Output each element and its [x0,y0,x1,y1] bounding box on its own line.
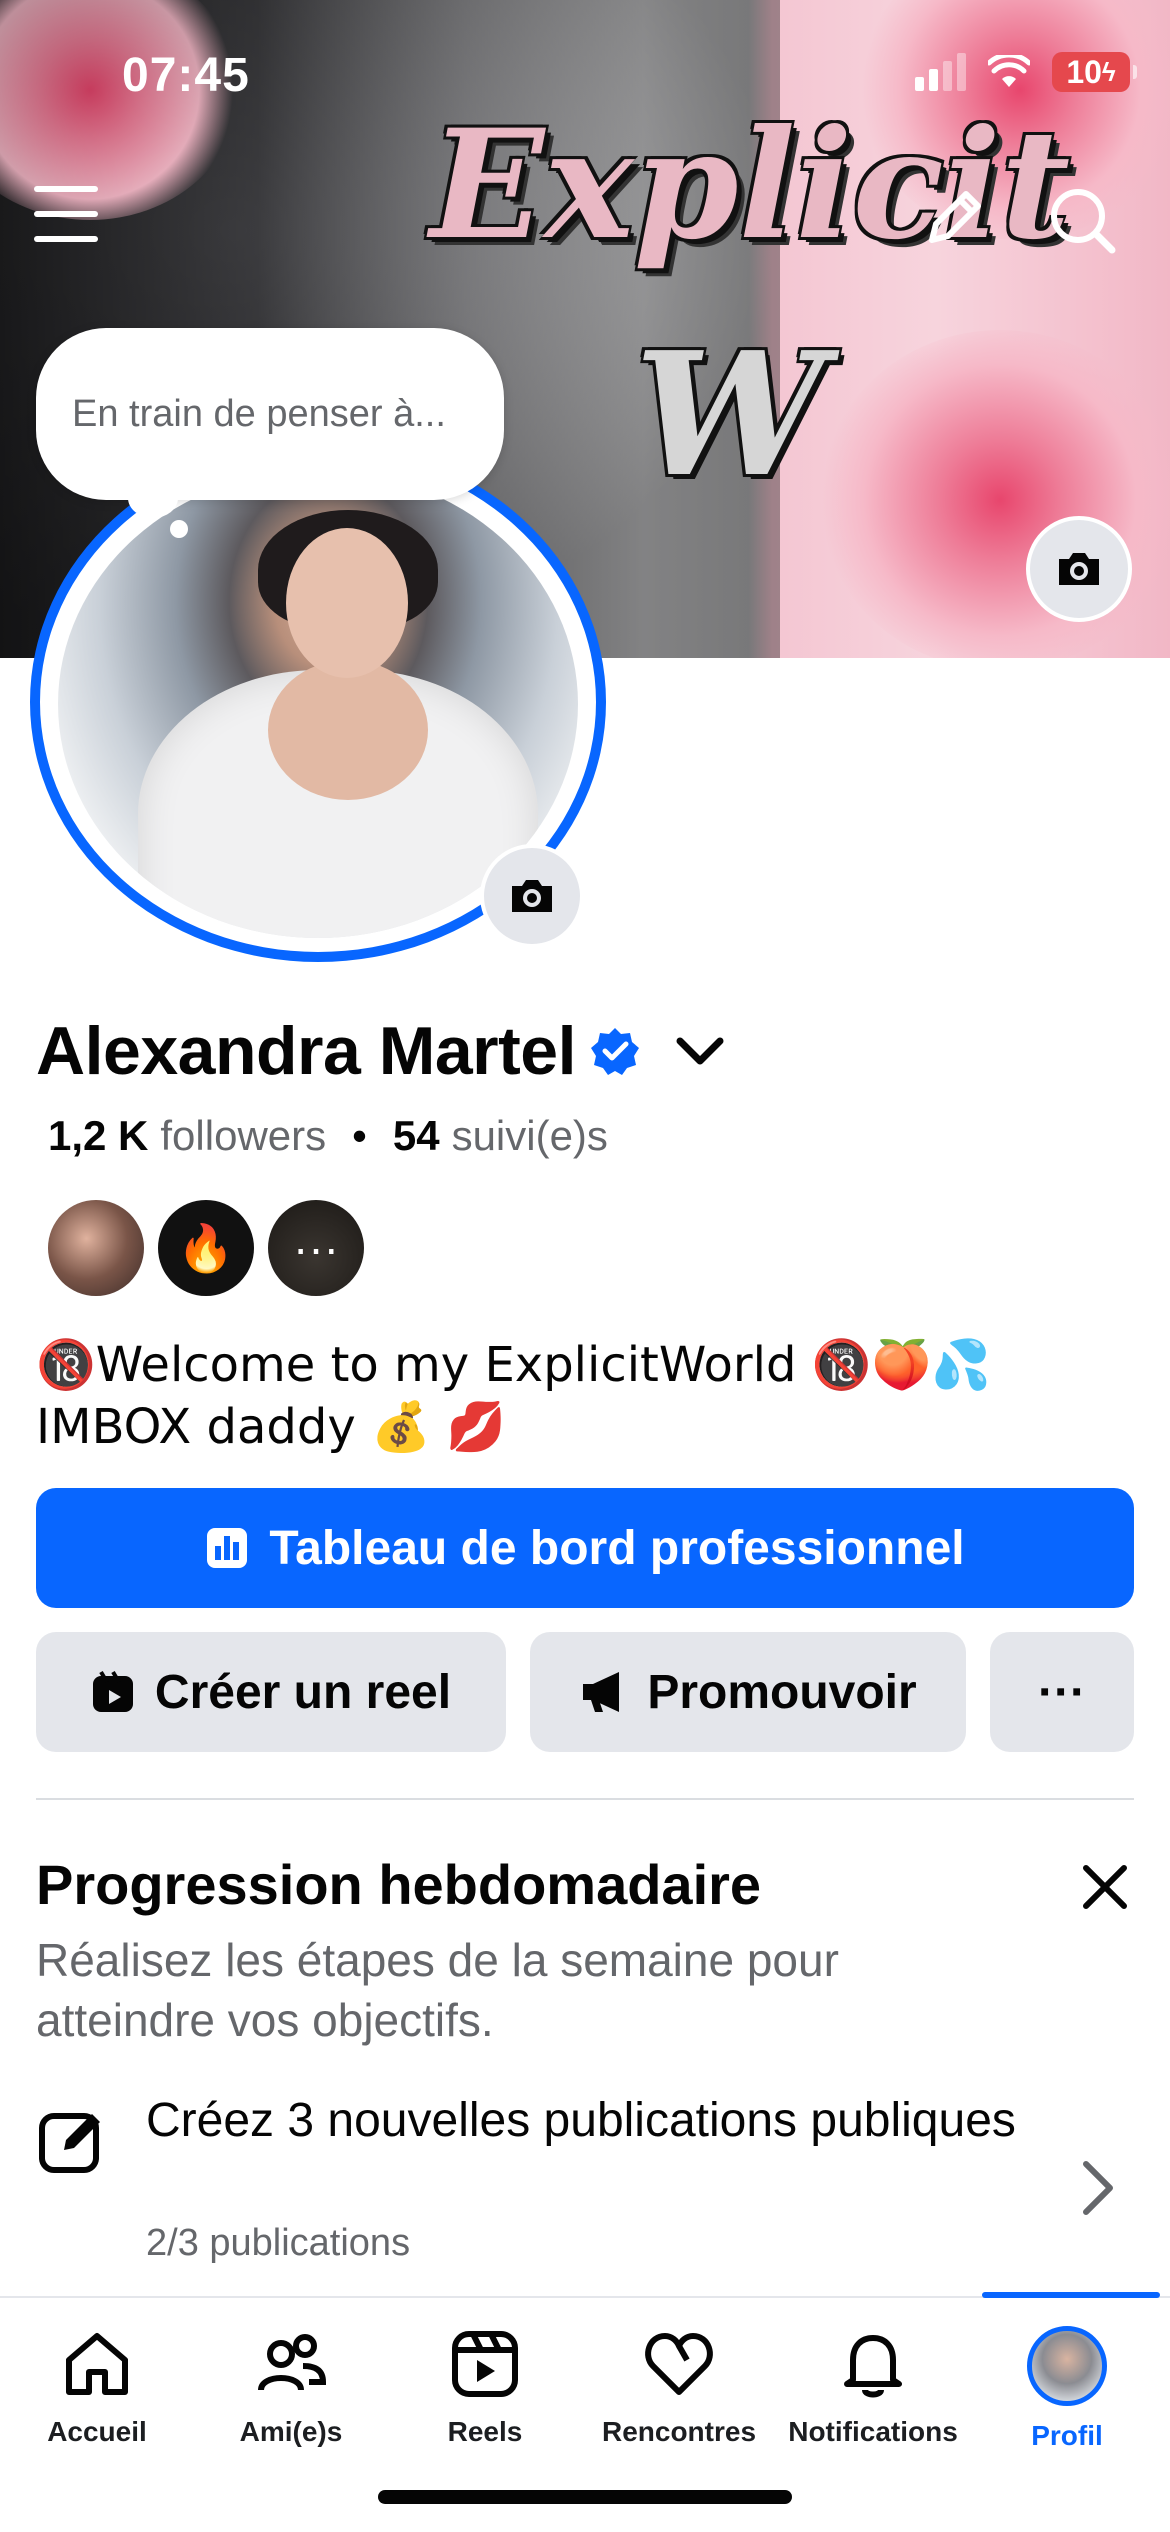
megaphone-icon [583,1672,620,1712]
cover-flower [820,330,1170,658]
weekly-task-item[interactable]: Créez 3 nouvelles publications publiques… [36,2090,1134,2270]
following-count: 54 [392,1112,440,1159]
status-icons: 10 ϟ [915,52,1137,92]
task-title: Créez 3 nouvelles publications publiques [146,2094,1016,2147]
profile-name: Alexandra Martel [36,1013,576,1089]
bio-line: 🔞Welcome to my ExplicitWorld 🔞🍑💦 [36,1337,991,1393]
nav-label: Ami(e)s [239,2416,343,2447]
section-divider [36,1798,1134,1800]
weekly-progress-description: Réalisez les étapes de la semaine pour a… [36,1934,839,2046]
more-actions-button[interactable]: ··· [990,1632,1134,1752]
battery-level: 10 [1066,53,1102,90]
cover-subtitle: W [634,315,826,515]
edit-pencil-icon[interactable] [918,182,990,254]
profile-header: Alexandra Martel [36,1012,730,1090]
profile-bio: 🔞Welcome to my ExplicitWorld 🔞🍑💦 IMBOX d… [36,1334,991,1458]
home-icon [66,2333,128,2395]
profile-camera-button[interactable] [480,844,584,948]
create-reel-button[interactable]: Créer un reel [36,1632,506,1752]
compose-icon [39,2113,100,2173]
camera-icon [512,880,552,912]
stats-separator: • [352,1112,367,1159]
chevron-down-icon[interactable] [670,1031,730,1071]
more-friends-button[interactable]: ··· [268,1200,364,1296]
profile-avatar [1027,2326,1107,2406]
follow-stats[interactable]: 1,2 K followers • 54 suivi(e)s [48,1112,608,1160]
weekly-progress-title: Progression hebdomadaire [36,1853,762,1916]
bell-icon [844,2335,902,2398]
fire-emoji-avatar[interactable]: 🔥 [158,1200,254,1296]
nav-friends[interactable]: Ami(e)s [194,2326,388,2448]
nav-label: Reels [447,2416,523,2447]
thought-bubble-tail [128,478,178,518]
more-friends-label: ··· [293,1222,339,1274]
dating-icon [645,2333,713,2395]
nav-label: Accueil [47,2416,147,2447]
wifi-icon [988,55,1030,87]
dashboard-chart-icon [207,1528,248,1568]
search-icon[interactable] [1044,182,1120,258]
active-tab-indicator [982,2292,1160,2298]
charging-icon: ϟ [1101,56,1116,87]
close-icon[interactable] [1070,1852,1140,1922]
chevron-right-icon [1083,2161,1113,2215]
friends-icon [258,2334,327,2391]
promote-label: Promouvoir [647,1665,917,1719]
nav-dating[interactable]: Rencontres [582,2326,776,2448]
nav-profile[interactable]: Profil [970,2326,1164,2452]
dashboard-label: Tableau de bord professionnel [269,1521,965,1575]
thought-placeholder: En train de penser à... [72,392,446,435]
professional-dashboard-button[interactable]: Tableau de bord professionnel [36,1488,1134,1608]
status-time: 07:45 [122,49,250,102]
followers-label: followers [160,1112,327,1159]
nav-reels[interactable]: Reels [388,2326,582,2448]
nav-notifications[interactable]: Notifications [776,2326,970,2448]
friend-highlights: 🔥 ··· [48,1200,364,1296]
nav-label: Rencontres [601,2416,757,2447]
followers-count: 1,2 K [48,1112,149,1159]
promote-button[interactable]: Promouvoir [530,1632,966,1752]
thought-bubble[interactable]: En train de penser à... [36,328,504,500]
more-actions-label: ··· [1038,1665,1086,1719]
task-progress: 2/3 publications [146,2222,411,2264]
friend-avatar[interactable] [48,1200,144,1296]
signal-icon [915,53,966,91]
menu-icon[interactable] [34,186,98,242]
home-indicator [378,2490,792,2504]
battery-icon: 10 ϟ [1052,52,1137,92]
reel-icon [92,1670,133,1712]
bio-line: IMBOX daddy 💰 💋 [36,1399,506,1455]
verified-badge-icon [590,1028,639,1075]
thought-bubble-tail [170,520,188,538]
nav-label: Notifications [788,2416,958,2447]
cover-camera-button[interactable] [1026,516,1132,622]
create-reel-label: Créer un reel [154,1665,452,1719]
camera-icon [1059,553,1099,585]
nav-label: Profil [1031,2420,1103,2451]
following-label: suivi(e)s [451,1112,608,1159]
nav-home[interactable]: Accueil [0,2326,194,2448]
reels-icon [452,2331,518,2397]
